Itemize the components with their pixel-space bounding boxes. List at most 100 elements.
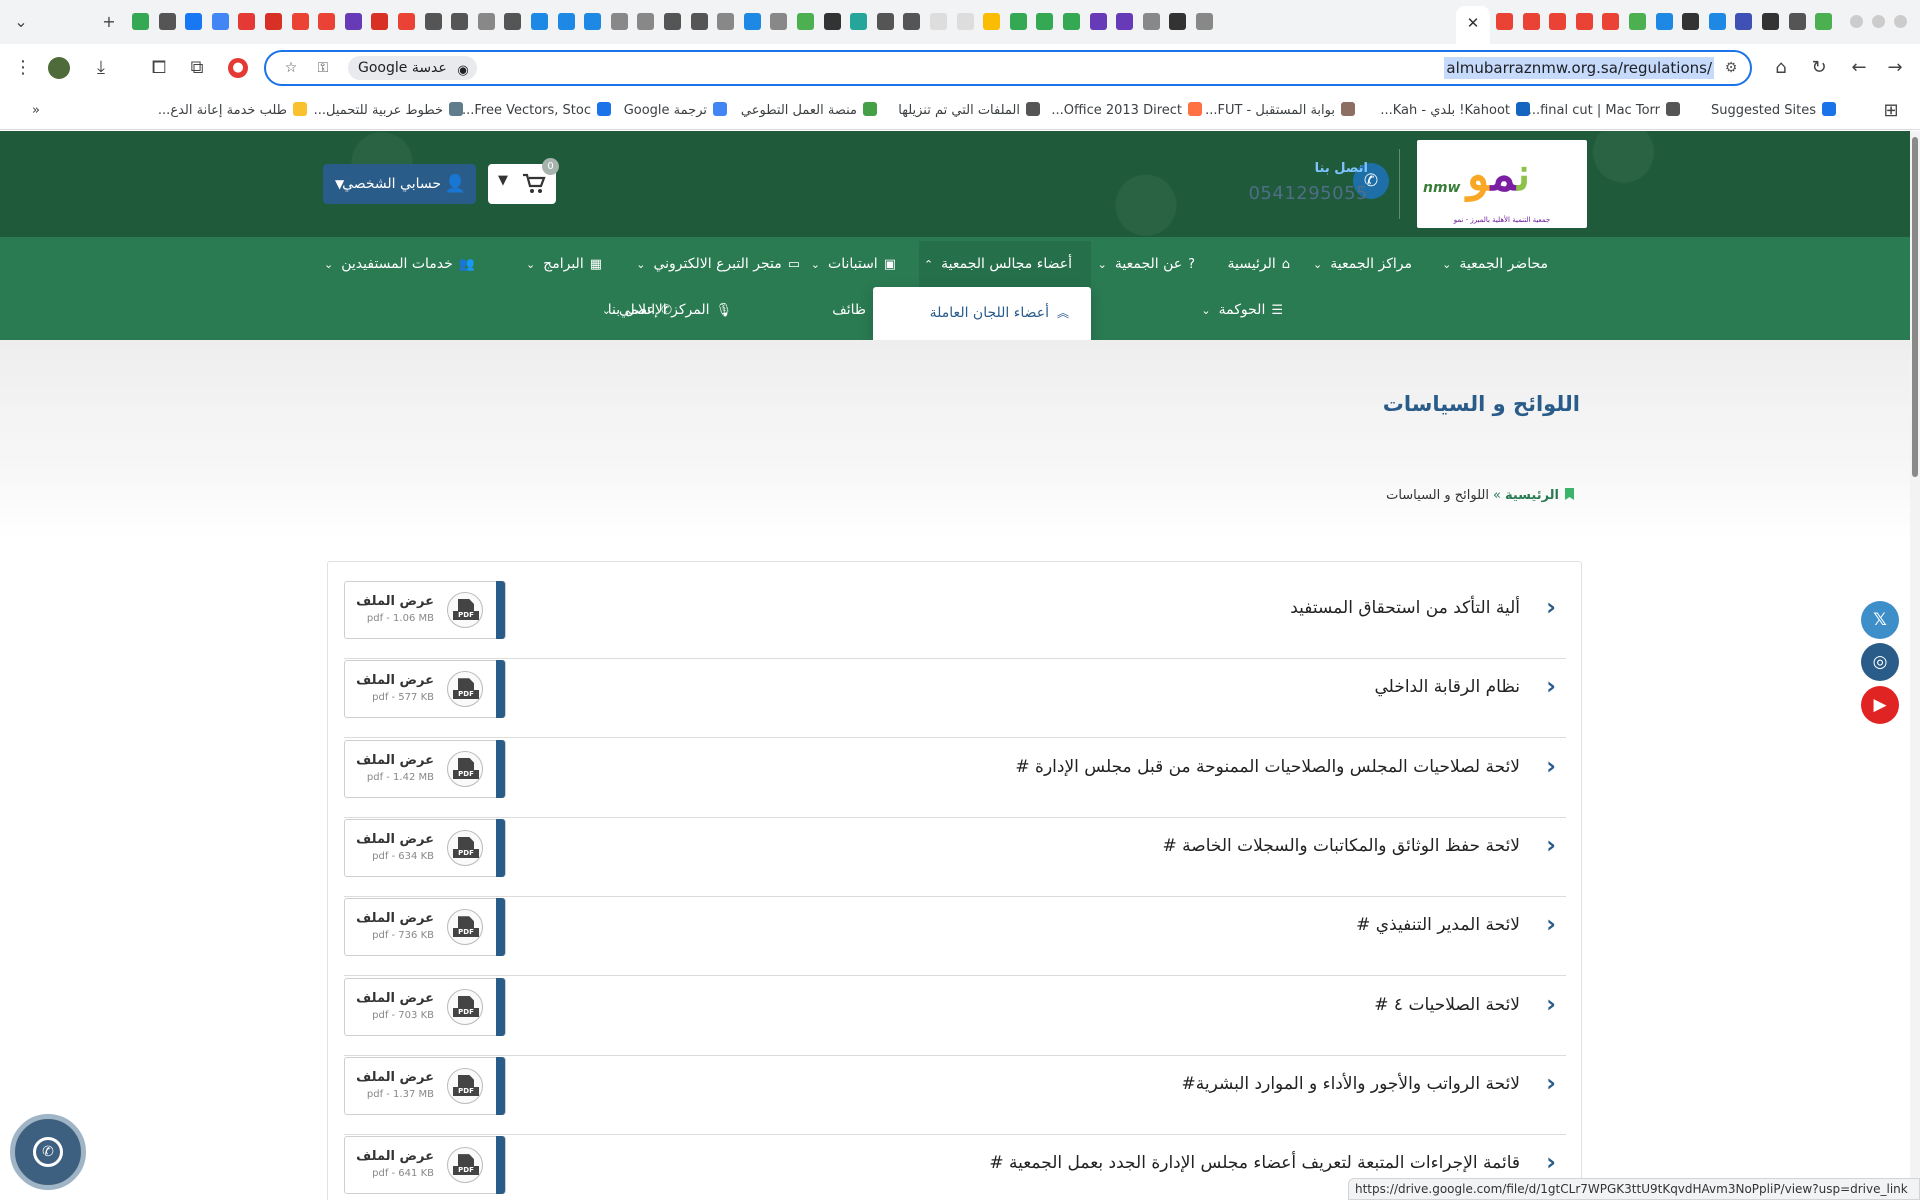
nav-item[interactable]: ▣ استبانات ⌄	[811, 249, 896, 279]
tab-favicon-icon[interactable]	[1629, 13, 1646, 30]
view-file-button[interactable]: PDF عرض الملف pdf - 634 KB	[344, 818, 506, 877]
tab-favicon-icon[interactable]	[1496, 13, 1513, 30]
document-row[interactable]: › ألية التأكد من استحقاق المستفيد PDF عرض ا…	[344, 579, 1566, 659]
bookmark-item[interactable]: Kahoot! بلدي - Kah...	[1380, 101, 1530, 121]
contact-number[interactable]: 0541295055	[1248, 183, 1368, 204]
tab-favicon-icon[interactable]	[1089, 13, 1107, 30]
tab-favicon-icon[interactable]	[584, 13, 602, 30]
chevron-right-icon[interactable]: ›	[1546, 674, 1556, 698]
bookmark-item[interactable]: منصة العمل التطوعي	[741, 101, 877, 121]
home-icon[interactable]: ⌂	[1768, 55, 1794, 81]
download-icon[interactable]: ⤓	[88, 55, 114, 81]
tab-favicon-icon[interactable]	[930, 13, 947, 30]
tab-favicon-icon[interactable]	[1116, 13, 1134, 30]
document-row[interactable]: › لائحة الرواتب والأجور والأداء و الموارد…	[344, 1055, 1566, 1135]
page-scrollbar[interactable]	[1910, 131, 1920, 1200]
reload-icon[interactable]: ↻	[1806, 55, 1832, 81]
tab-favicon-icon[interactable]	[398, 13, 415, 30]
bookmark-item[interactable]: بوابة المستقبل - FUT...	[1205, 101, 1355, 121]
bookmark-star-icon[interactable]: ☆	[280, 57, 302, 79]
tab-favicon-icon[interactable]	[158, 13, 176, 30]
forward-icon[interactable]: ←	[1846, 55, 1872, 81]
tab-favicon-icon[interactable]	[1575, 13, 1593, 30]
chevron-right-icon[interactable]: ›	[1546, 595, 1556, 619]
tab-favicon-icon[interactable]	[531, 13, 548, 30]
tab-favicon-icon[interactable]	[1009, 13, 1027, 30]
tab-favicon-icon[interactable]	[1788, 13, 1806, 30]
site-logo[interactable]: نمو nmw جمعية التنمية الأهلية بالمبرز - …	[1417, 140, 1587, 228]
tab-favicon-icon[interactable]	[690, 13, 708, 30]
tab-favicon-icon[interactable]	[371, 13, 389, 30]
new-tab-icon[interactable]: +	[97, 10, 121, 34]
bookmark-item[interactable]: Office 2013 Direct...	[1051, 101, 1202, 121]
close-tab-icon[interactable]: ✕	[1462, 12, 1484, 34]
tab-favicon-icon[interactable]	[344, 13, 362, 30]
tab-favicon-icon[interactable]	[477, 13, 495, 30]
tab-favicon-icon[interactable]	[850, 13, 868, 30]
tab-favicon-icon[interactable]	[1549, 13, 1567, 30]
instagram-icon[interactable]: ◎	[1861, 643, 1899, 681]
document-title[interactable]: لائحة الرواتب والأجور والأداء و الموارد …	[1181, 1071, 1520, 1097]
tab-favicon-icon[interactable]	[211, 13, 229, 30]
google-lens-chip[interactable]: عدسة Google ◉	[348, 56, 477, 80]
tab-favicon-icon[interactable]	[1196, 13, 1213, 30]
document-title[interactable]: لائحة الصلاحيات ٤ #	[1374, 992, 1520, 1018]
tab-favicon-icon[interactable]	[1063, 13, 1080, 30]
tab-favicon-icon[interactable]	[823, 13, 841, 30]
window-minimize-dot[interactable]	[1850, 15, 1863, 28]
url-text[interactable]: almubarraznmw.org.sa/regulations/	[1444, 57, 1714, 79]
youtube-icon[interactable]: ▶	[1861, 686, 1899, 724]
browser-menu-icon[interactable]: ⋮	[10, 55, 36, 81]
tab-favicon-icon[interactable]	[1036, 13, 1054, 30]
nav-item-jobs-clipped[interactable]: ظائف	[832, 295, 866, 325]
extensions-puzzle-icon[interactable]: ⧠	[146, 55, 172, 81]
profile-avatar[interactable]	[48, 57, 70, 79]
bookmark-item[interactable]: خطوط عربية للتحميل...	[314, 101, 463, 121]
breadcrumb-home-link[interactable]: الرئيسية	[1505, 488, 1559, 503]
tab-favicon-icon[interactable]	[743, 13, 761, 30]
bookmark-item[interactable]: final cut | Mac Torr...	[1528, 101, 1680, 121]
key-icon[interactable]: ⚿	[312, 57, 334, 79]
tab-favicon-icon[interactable]	[797, 13, 814, 30]
document-row[interactable]: › لائحة لصلاحيات المجلس والصلاحيات الممنو…	[344, 738, 1566, 818]
tab-favicon-icon[interactable]	[291, 13, 309, 30]
document-row[interactable]: › نظام الرقابة الداخلي PDF عرض الملف pdf - 5…	[344, 658, 1566, 739]
whatsapp-chat-button[interactable]: ✆	[10, 1114, 86, 1190]
document-row[interactable]: › لائحة الصلاحيات ٤ # PDF عرض الملف pdf - 70…	[344, 976, 1566, 1056]
apps-grid-icon[interactable]: ⊞	[1878, 98, 1904, 124]
view-file-button[interactable]: PDF عرض الملف pdf - 703 KB	[344, 977, 506, 1036]
tab-search-icon[interactable]: ⌄	[9, 10, 33, 34]
document-row[interactable]: › لائحة حفظ الوثائق والمكاتبات والسجلات ا…	[344, 817, 1566, 897]
tab-favicon-icon[interactable]	[1142, 13, 1160, 30]
tab-favicon-icon[interactable]	[424, 13, 442, 30]
nav-item[interactable]: ▭ متجر التبرع الالكتروني ⌄	[636, 249, 800, 279]
document-title[interactable]: لائحة لصلاحيات المجلس والصلاحيات الممنوح…	[1015, 754, 1520, 780]
tab-favicon-icon[interactable]	[1735, 13, 1753, 30]
tab-favicon-icon[interactable]	[1815, 13, 1833, 30]
tab-favicon-icon[interactable]	[637, 13, 655, 30]
account-button[interactable]: 👤 حسابي الشخصي ▼	[323, 164, 476, 204]
nav-item[interactable]: ▦ البرامج ⌄	[526, 249, 602, 279]
contact-label[interactable]: اتصل بنا	[1315, 161, 1368, 176]
nav-item[interactable]: ⌂ الرئيسية	[1228, 249, 1291, 279]
chevron-right-icon[interactable]: ›	[1546, 1071, 1556, 1095]
document-title[interactable]: لائحة حفظ الوثائق والمكاتبات والسجلات ال…	[1163, 833, 1521, 859]
tab-favicon-icon[interactable]	[238, 13, 256, 30]
document-title[interactable]: لائحة المدير التنفيذي #	[1356, 912, 1520, 938]
bookmarks-overflow[interactable]: »	[32, 101, 40, 121]
tab-favicon-icon[interactable]	[185, 13, 203, 30]
nav-item[interactable]: ? عن الجمعية ⌄	[1098, 249, 1195, 279]
chevron-right-icon[interactable]: ›	[1546, 754, 1556, 778]
nav-item[interactable]: محاضر الجمعية ⌄	[1442, 249, 1548, 279]
extension-icon[interactable]: ●	[228, 58, 248, 78]
view-file-button[interactable]: PDF عرض الملف pdf - 1.37 MB	[344, 1056, 506, 1115]
bookmark-item[interactable]: طلب خدمة إعانة الدع...	[158, 101, 307, 121]
tab-favicon-icon[interactable]	[1762, 13, 1779, 30]
chevron-right-icon[interactable]: ›	[1546, 912, 1556, 936]
tab-favicon-icon[interactable]	[1708, 13, 1726, 30]
tab-favicon-icon[interactable]	[717, 13, 735, 30]
tab-favicon-icon[interactable]	[1682, 13, 1700, 30]
tab-favicon-icon[interactable]	[956, 13, 974, 30]
document-title[interactable]: ألية التأكد من استحقاق المستفيد	[1290, 595, 1520, 621]
dropdown-item[interactable]: ︽ أعضاء اللجان العاملة	[930, 302, 1069, 324]
